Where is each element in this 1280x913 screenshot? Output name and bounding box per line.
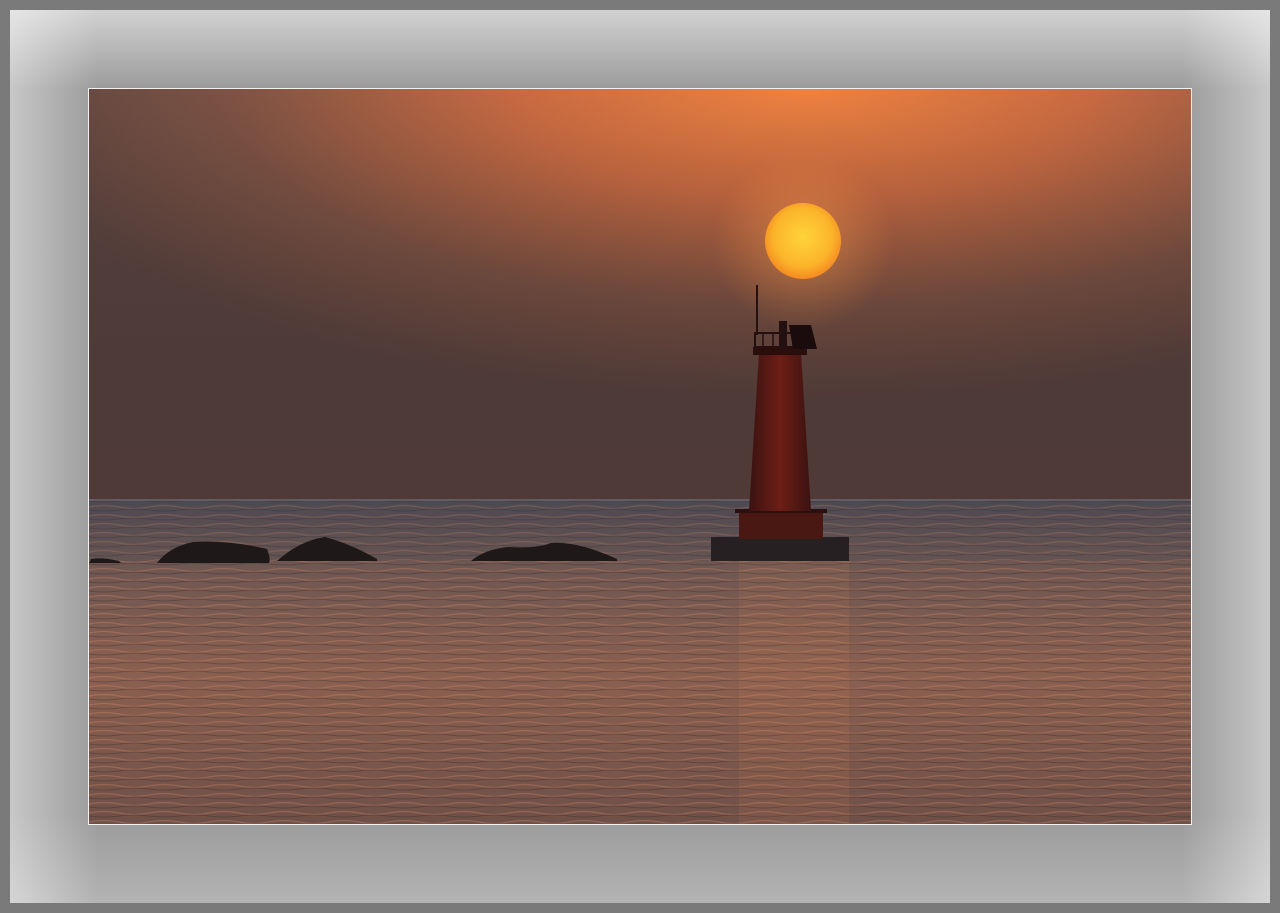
- sun: [765, 203, 841, 279]
- sunset-photo: [88, 88, 1192, 825]
- photo-canvas: [89, 89, 1191, 824]
- outer-frame: [0, 0, 1280, 913]
